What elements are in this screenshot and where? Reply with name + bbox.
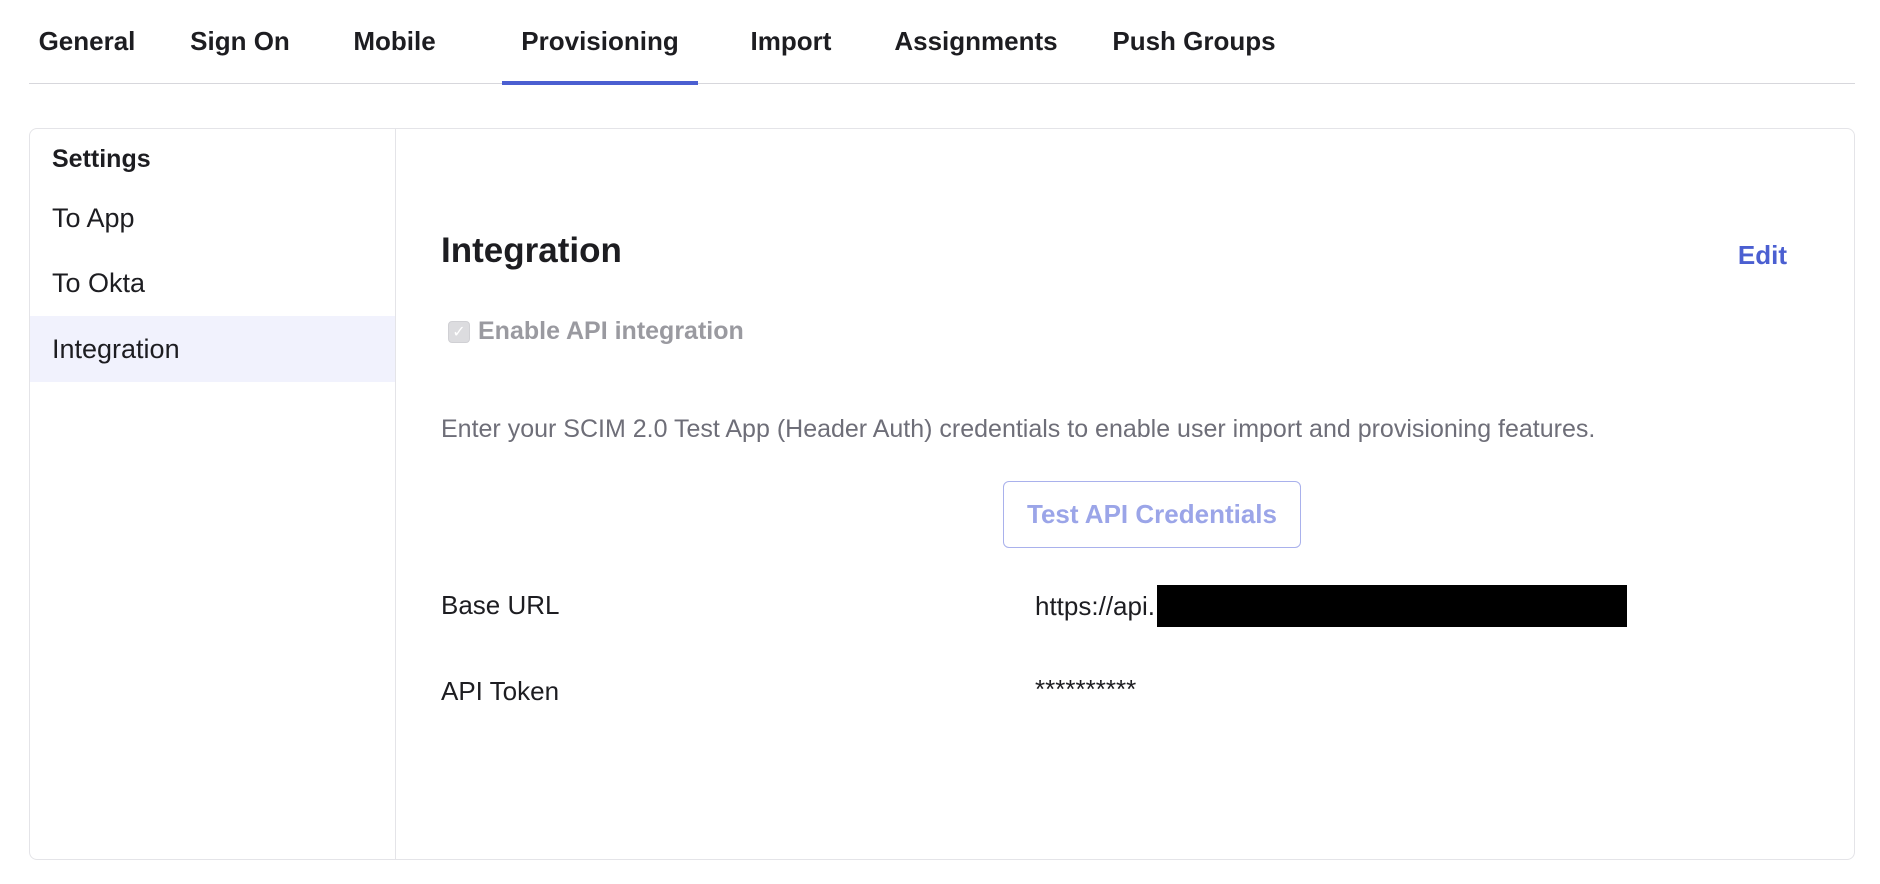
- test-api-credentials-button[interactable]: Test API Credentials: [1003, 481, 1301, 548]
- edit-link[interactable]: Edit: [1738, 240, 1787, 271]
- section-title: Integration: [441, 231, 622, 270]
- sidebar-heading: Settings: [52, 145, 151, 173]
- tab-general[interactable]: General: [29, 0, 145, 84]
- checkmark-icon: ✓: [452, 323, 466, 341]
- integration-description: Enter your SCIM 2.0 Test App (Header Aut…: [441, 415, 1596, 443]
- provisioning-card: Settings To App To Okta Integration Inte…: [29, 128, 1855, 860]
- api-token-label: API Token: [441, 676, 560, 706]
- sidebar-item-integration[interactable]: Integration: [30, 316, 395, 382]
- enable-api-checkbox[interactable]: ✓: [448, 320, 470, 343]
- tab-push-groups[interactable]: Push Groups: [1109, 0, 1279, 84]
- enable-api-label: Enable API integration: [478, 317, 744, 345]
- enable-api-row: ✓ Enable API integration: [448, 317, 744, 346]
- base-url-value: https://api.: [1035, 585, 1627, 627]
- base-url-label: Base URL: [441, 590, 560, 620]
- api-token-value: **********: [1035, 674, 1137, 704]
- tab-bar: General Sign On Mobile Provisioning Impo…: [29, 0, 1855, 85]
- tab-import[interactable]: Import: [736, 0, 846, 84]
- sidebar-item-to-okta[interactable]: To Okta: [30, 250, 395, 316]
- tab-sign-on[interactable]: Sign On: [179, 0, 301, 84]
- sidebar-item-to-app[interactable]: To App: [30, 185, 395, 251]
- redaction-block: [1156, 585, 1627, 627]
- tab-assignments[interactable]: Assignments: [883, 0, 1069, 84]
- settings-sidebar: Settings To App To Okta Integration: [30, 129, 396, 859]
- integration-panel: Integration Edit ✓ Enable API integratio…: [396, 129, 1854, 859]
- tab-mobile[interactable]: Mobile: [342, 0, 447, 84]
- base-url-text: https://api.: [1035, 590, 1155, 621]
- tab-provisioning[interactable]: Provisioning: [502, 0, 698, 85]
